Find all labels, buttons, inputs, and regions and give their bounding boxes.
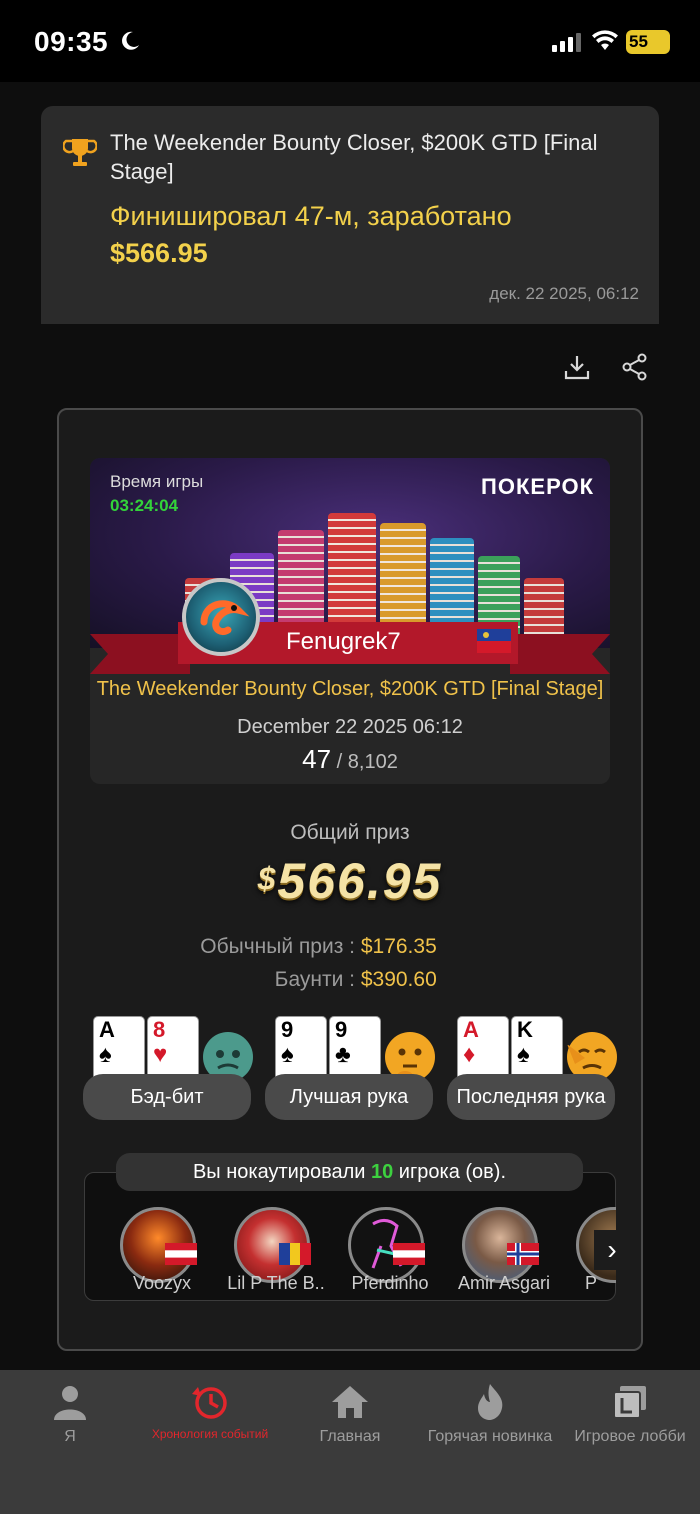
player-name: Amir Asgari <box>457 1273 551 1293</box>
tab-game-lobby[interactable]: Игровое лобби <box>560 1370 700 1460</box>
last-hand-label: Последняя рука <box>447 1074 615 1120</box>
status-bar: 09:35 55 <box>0 0 700 82</box>
tournament-date: December 22 2025 06:12 <box>237 716 463 738</box>
tab-label: Главная <box>319 1428 381 1445</box>
regular-prize-label: Обычный приз : <box>200 935 355 958</box>
andorra-flag-icon <box>279 1243 311 1265</box>
player-name: P <box>585 1273 598 1293</box>
history-icon <box>192 1387 227 1419</box>
share-icon[interactable] <box>620 352 650 382</box>
playing-card: 9 ♣ <box>329 1016 381 1082</box>
trophy-icon <box>63 139 97 166</box>
tab-label: Игровое лобби <box>574 1428 686 1445</box>
playing-card: 8 ♥ <box>147 1016 199 1082</box>
signal-icon <box>552 33 581 52</box>
bottom-tab-bar: Я Хронология событий Главная Горячая нов… <box>0 1370 700 1514</box>
regular-prize-value: $176.35 <box>360 935 437 958</box>
result-amount: $566.95 <box>110 238 208 268</box>
tab-hot-new[interactable]: Горячая новинка <box>420 1370 560 1460</box>
playing-card: 9 ♠ <box>275 1016 327 1082</box>
tab-label: Я <box>64 1428 76 1445</box>
tab-home[interactable]: Главная <box>280 1370 420 1460</box>
pokerok-logo: ПОКЕРОК <box>481 474 594 499</box>
home-icon <box>332 1386 368 1418</box>
knockouts-title: Вы нокаутировали 10 игрока (ов). <box>116 1153 583 1191</box>
knocked-player[interactable]: Pferdinho <box>335 1205 445 1300</box>
ribbon-end-left <box>90 634 190 674</box>
player-name: Pferdinho <box>351 1273 429 1293</box>
ribbon-end-right <box>510 634 610 674</box>
playing-card: A ♦ <box>457 1016 509 1082</box>
austria-flag-icon <box>393 1243 425 1265</box>
tab-history[interactable]: Хронология событий <box>140 1370 280 1460</box>
chevron-right-icon[interactable]: › <box>594 1230 630 1270</box>
result-notice[interactable]: The Weekender Bounty Closer, $200K GTD [… <box>41 106 659 324</box>
prize-value: 566.95 <box>277 853 443 909</box>
bounty-prize-row: Баунти : $390.60 <box>150 968 550 992</box>
fire-icon <box>478 1384 503 1420</box>
norway-flag-icon <box>507 1243 539 1265</box>
result-text: Финишировал 47-м, заработано <box>110 201 512 231</box>
total-prize-label: Общий приз <box>290 821 410 844</box>
best-hand-label: Лучшая рука <box>265 1074 433 1120</box>
status-time: 09:35 <box>34 26 109 57</box>
banner-image: Время игры 03:24:04 ПОКЕРОК <box>90 458 610 648</box>
total-prize-amount: $566.95 <box>57 852 643 910</box>
bad-beat-label: Бэд-бит <box>83 1074 251 1120</box>
player-name: Voozyx <box>132 1273 192 1293</box>
player-name: Fenugrek7 <box>286 628 401 655</box>
austria-flag-icon <box>165 1243 197 1265</box>
knockouts-suffix: игрока (ов). <box>393 1161 507 1183</box>
field-size: / 8,102 <box>331 751 398 773</box>
tournament-name: The Weekender Bounty Closer, $200K GTD [… <box>96 678 604 700</box>
shrimp-icon <box>200 600 250 636</box>
playtime-label: Время игры <box>110 472 204 491</box>
knocked-player[interactable]: Amir Asgari <box>449 1205 559 1300</box>
tab-label: Хронология событий <box>151 1427 269 1441</box>
playing-card: K ♠ <box>511 1016 563 1082</box>
download-icon[interactable] <box>562 352 592 382</box>
player-avatar <box>182 578 260 656</box>
bounty-prize-label: Баунти : <box>274 968 355 991</box>
notice-title: The Weekender Bounty Closer, $200K GTD [… <box>110 130 598 184</box>
last-hand-button[interactable]: A ♦ K ♠ Последняя рука <box>447 1010 619 1122</box>
knockouts-prefix: Вы нокаутировали <box>192 1161 371 1183</box>
knocked-player[interactable]: Lil P The B.. <box>221 1205 331 1300</box>
wifi-icon <box>592 30 618 50</box>
playing-card: A ♠ <box>93 1016 145 1082</box>
tournament-banner-card: Время игры 03:24:04 ПОКЕРОК Fenugrek7 Th… <box>90 458 610 784</box>
battery-indicator: 55 <box>626 30 670 54</box>
playtime-value: 03:24:04 <box>110 496 179 515</box>
prize-currency: $ <box>257 861 278 897</box>
tab-me[interactable]: Я <box>0 1370 140 1460</box>
liechtenstein-flag-icon <box>477 629 511 653</box>
finish-place: 47 / 8,102 <box>90 744 610 775</box>
lobby-icon <box>613 1386 646 1419</box>
notice-result: Финишировал 47-м, заработано $566.95 <box>110 198 630 272</box>
player-name: Lil P The B.. <box>227 1273 325 1293</box>
knocked-player[interactable]: Voozyx <box>107 1205 217 1300</box>
knockouts-count: 10 <box>371 1161 394 1183</box>
bad-beat-button[interactable]: A ♠ 8 ♥ Бэд-бит <box>83 1010 255 1122</box>
person-icon <box>54 1386 86 1420</box>
regular-prize-row: Обычный приз : $176.35 <box>150 935 550 959</box>
place-number: 47 <box>302 744 332 774</box>
notice-date: дек. 22 2025, 06:12 <box>489 284 639 303</box>
tab-label: Горячая новинка <box>427 1428 553 1445</box>
bounty-prize-value: $390.60 <box>360 968 437 991</box>
best-hand-button[interactable]: 9 ♠ 9 ♣ Лучшая рука <box>265 1010 437 1122</box>
moon-icon <box>122 31 139 50</box>
